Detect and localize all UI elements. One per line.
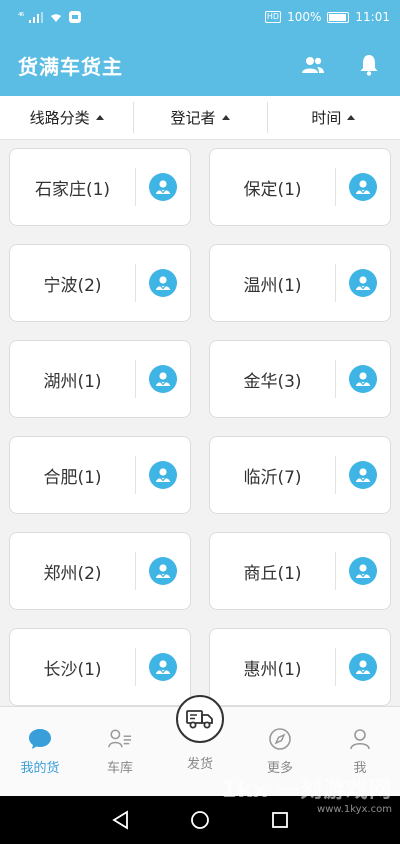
city-label: 宁波(2): [43, 275, 102, 296]
sort-up-icon: [95, 115, 104, 120]
notifications-button[interactable]: [356, 52, 382, 78]
card-icon-area[interactable]: [136, 269, 190, 297]
app-title: 货满车货主: [18, 54, 123, 79]
card-icon-area[interactable]: [136, 653, 190, 681]
filter-bar: 线路分类 登记者 时间: [0, 96, 400, 140]
city-card[interactable]: 长沙(1): [9, 628, 191, 706]
app-actions: [300, 52, 382, 78]
driver-icon: [149, 461, 177, 489]
city-grid: 石家庄(1) 保定(1) 宁波(2) 温州(1) 湖州(1) 金华(3) 合肥(…: [0, 140, 400, 706]
tab-garage[interactable]: 车库: [80, 707, 160, 796]
status-left: ⁴⁶: [18, 11, 82, 23]
city-card[interactable]: 惠州(1): [209, 628, 391, 706]
watermark: 1kx 一刻游戏网 www.1kyx.com: [221, 772, 392, 815]
card-icon-area[interactable]: [136, 461, 190, 489]
compass-icon: [268, 727, 292, 751]
status-right: HD 100% 11:01: [264, 10, 390, 24]
city-label: 惠州(1): [243, 659, 302, 680]
notification-app-icon: [69, 11, 82, 23]
back-triangle-icon: [112, 810, 128, 830]
city-card[interactable]: 温州(1): [209, 244, 391, 322]
truck-icon: [186, 710, 213, 729]
city-label: 郑州(2): [43, 563, 102, 584]
driver-icon: [149, 557, 177, 585]
tab-label: 车库: [106, 761, 133, 776]
battery-percent: 100%: [287, 10, 322, 24]
city-label: 商丘(1): [243, 563, 302, 584]
clock: 11:01: [355, 10, 390, 24]
card-icon-area[interactable]: [336, 557, 390, 585]
card-icon-area[interactable]: [336, 365, 390, 393]
city-card[interactable]: 宁波(2): [9, 244, 191, 322]
city-card[interactable]: 合肥(1): [9, 436, 191, 514]
chat-bubble-icon: [28, 727, 52, 751]
tab-label: 发货: [186, 757, 213, 772]
signal-icon: [29, 11, 44, 23]
card-icon-area[interactable]: [336, 269, 390, 297]
city-card[interactable]: 保定(1): [209, 148, 391, 226]
city-card[interactable]: 金华(3): [209, 340, 391, 418]
city-label: 保定(1): [243, 179, 302, 200]
driver-icon: [349, 365, 377, 393]
driver-icon: [349, 461, 377, 489]
driver-icon: [149, 173, 177, 201]
ship-fab[interactable]: [176, 695, 224, 743]
city-label: 长沙(1): [43, 659, 102, 680]
driver-icon: [149, 653, 177, 681]
filter-route-category[interactable]: 线路分类: [0, 96, 133, 139]
driver-icon: [349, 269, 377, 297]
back-button[interactable]: [108, 808, 132, 832]
watermark-url: www.1kyx.com: [317, 804, 392, 815]
driver-icon: [349, 173, 377, 201]
tab-my-goods[interactable]: 我的货: [0, 707, 80, 796]
tab-label: 我的货: [20, 761, 60, 776]
city-label: 合肥(1): [43, 467, 102, 488]
status-bar: ⁴⁶ HD 100% 11:01: [0, 0, 400, 34]
signal-type: ⁴⁶: [18, 12, 24, 22]
sort-up-icon: [347, 115, 356, 120]
filter-registrant[interactable]: 登记者: [133, 96, 266, 139]
driver-icon: [149, 269, 177, 297]
filter-label: 时间: [311, 109, 342, 127]
card-icon-area[interactable]: [136, 365, 190, 393]
filter-label: 线路分类: [29, 109, 90, 127]
sort-up-icon: [221, 115, 230, 120]
city-card[interactable]: 湖州(1): [9, 340, 191, 418]
card-icon-area[interactable]: [136, 557, 190, 585]
city-card[interactable]: 临沂(7): [209, 436, 391, 514]
driver-list-icon: [108, 727, 132, 751]
card-icon-area[interactable]: [336, 461, 390, 489]
home-button[interactable]: [188, 808, 212, 832]
city-card[interactable]: 郑州(2): [9, 532, 191, 610]
watermark-main: 1kx 一刻游戏网: [221, 778, 392, 803]
filter-label: 登记者: [170, 109, 216, 127]
card-icon-area[interactable]: [136, 173, 190, 201]
city-card[interactable]: 石家庄(1): [9, 148, 191, 226]
city-label: 湖州(1): [43, 371, 102, 392]
driver-icon: [349, 557, 377, 585]
user-icon: [348, 727, 372, 751]
city-label: 金华(3): [243, 371, 302, 392]
hd-badge: HD: [264, 11, 282, 23]
city-label: 临沂(7): [243, 467, 302, 488]
filter-time[interactable]: 时间: [266, 96, 400, 139]
users-icon: [302, 57, 324, 73]
bell-icon: [360, 55, 378, 76]
city-label: 温州(1): [243, 275, 302, 296]
card-icon-area[interactable]: [336, 653, 390, 681]
driver-icon: [349, 653, 377, 681]
home-circle-icon: [191, 811, 209, 829]
battery-icon: [327, 11, 350, 23]
contacts-button[interactable]: [300, 52, 326, 78]
city-card[interactable]: 商丘(1): [209, 532, 391, 610]
driver-icon: [149, 365, 177, 393]
app-bar: 货满车货主: [0, 34, 400, 96]
wifi-icon: [51, 13, 62, 22]
card-icon-area[interactable]: [336, 173, 390, 201]
city-label: 石家庄(1): [34, 179, 111, 200]
